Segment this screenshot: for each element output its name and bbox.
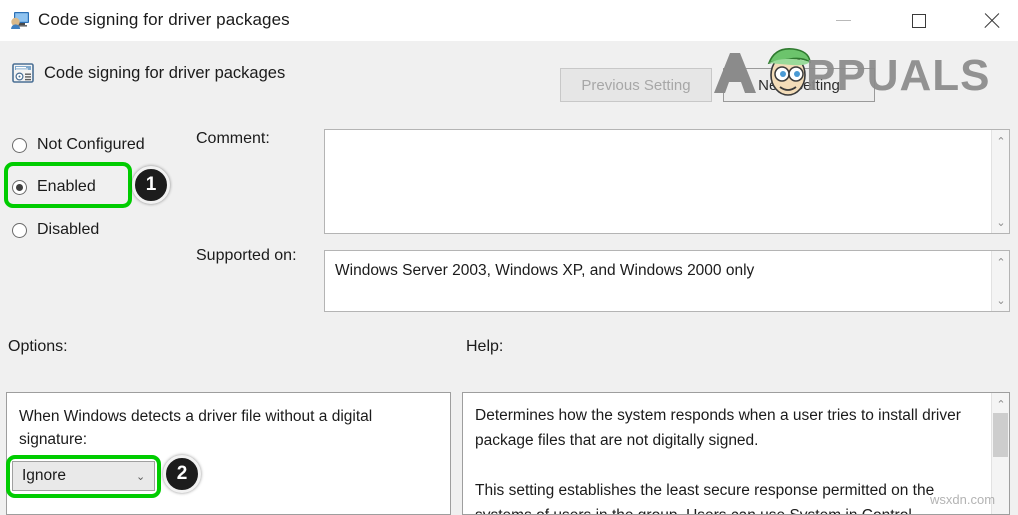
scrollbar-thumb[interactable] [993,413,1008,457]
comment-label: Comment: [196,130,270,147]
close-icon [983,12,1000,29]
window-title: Code signing for driver packages [38,10,290,29]
radio-indicator-disabled [12,222,27,238]
scroll-up-icon[interactable]: ⌃ [992,395,1010,413]
annotation-highlight-dropdown [6,455,161,498]
help-paragraph-2: This setting establishes the least secur… [475,482,935,514]
maximize-icon [912,13,926,28]
signature-setting-label: When Windows detects a driver file witho… [19,408,373,448]
setting-name: Code signing for driver packages [44,64,286,82]
annotation-highlight-enabled [4,162,132,208]
maximize-button[interactable] [896,0,942,41]
next-setting-button[interactable]: Next Setting [723,68,875,102]
comment-value[interactable] [325,130,991,233]
previous-setting-button[interactable]: Previous Setting [560,68,712,102]
scroll-down-icon[interactable]: ⌄ [992,291,1010,309]
radio-not-configured[interactable]: Not Configured [12,136,145,154]
radio-indicator-not-configured [12,137,27,153]
comment-textarea[interactable]: ⌃ ⌄ [324,129,1010,234]
scroll-up-icon[interactable]: ⌃ [992,253,1010,271]
annotation-badge-2: 2 [163,455,201,493]
annotation-badge-1: 1 [132,166,170,204]
minimize-button[interactable] [820,0,866,41]
radio-disabled[interactable]: Disabled [12,221,99,239]
options-label: Options: [8,338,68,355]
gpo-setting-icon [12,63,34,83]
radio-label-not-configured: Not Configured [37,136,145,153]
wsxdn-watermark: wsxdn.com [930,492,996,507]
supported-on-scrollbar[interactable]: ⌃ ⌄ [991,251,1009,311]
scroll-down-icon[interactable]: ⌄ [992,213,1010,231]
help-paragraph-1: Determines how the system responds when … [475,407,961,449]
supported-on-textarea[interactable]: Windows Server 2003, Windows XP, and Win… [324,250,1010,312]
help-panel: Determines how the system responds when … [462,392,1010,515]
window-title-bar: Code signing for driver packages [0,0,1018,41]
supported-on-value: Windows Server 2003, Windows XP, and Win… [335,262,755,279]
close-button[interactable] [968,0,1014,41]
scroll-up-icon[interactable]: ⌃ [992,132,1010,150]
comment-scrollbar[interactable]: ⌃ ⌄ [991,130,1009,233]
supported-on-label: Supported on: [196,247,297,264]
minimize-icon [835,20,851,21]
radio-label-disabled: Disabled [37,221,100,238]
policy-setting-icon [10,11,30,29]
help-label: Help: [466,338,504,355]
help-text: Determines how the system responds when … [463,393,990,514]
